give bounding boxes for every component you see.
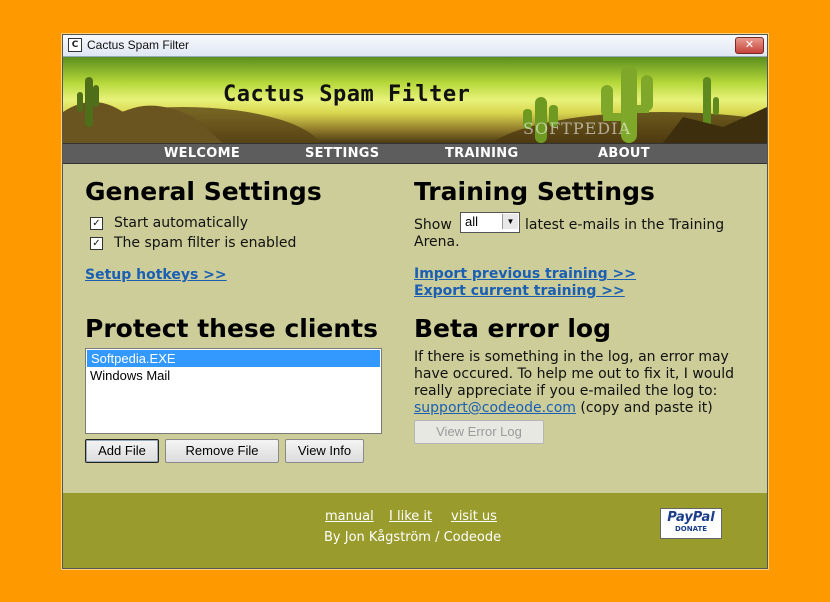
- credit-text: By Jon Kågström / Codeode: [324, 530, 502, 545]
- app-window: C Cactus Spam Filter ✕ Cactus Spam Filte…: [62, 34, 768, 569]
- support-email-link[interactable]: support@codeode.com: [414, 400, 576, 416]
- view-error-log-button[interactable]: View Error Log: [414, 420, 544, 444]
- filter-enabled-checkbox[interactable]: ✓ The spam filter is enabled: [90, 235, 370, 253]
- beta-line: really appreciate if you e-mailed the lo…: [414, 383, 718, 399]
- training-settings-heading: Training Settings: [414, 177, 655, 206]
- email-suffix: (copy and paste it): [580, 400, 713, 416]
- footer: manual I like it visit us By Jon Kågströ…: [63, 493, 767, 568]
- general-settings-heading: General Settings: [85, 177, 322, 206]
- paypal-donate-button[interactable]: PayPal DONATE: [660, 508, 722, 539]
- start-automatically-checkbox[interactable]: ✓ Start automatically: [90, 215, 370, 233]
- nav-training[interactable]: TRAINING: [445, 146, 518, 161]
- title-bar[interactable]: C Cactus Spam Filter ✕: [63, 35, 767, 57]
- checkbox-label: The spam filter is enabled: [114, 235, 297, 251]
- show-suffix-line2: Arena.: [414, 234, 460, 250]
- visit-us-link[interactable]: visit us: [451, 509, 497, 524]
- add-file-button[interactable]: Add File: [85, 439, 159, 463]
- checkbox-label: Start automatically: [114, 215, 249, 231]
- import-training-link[interactable]: Import previous training >>: [414, 266, 636, 282]
- show-count-select[interactable]: all ▼: [460, 212, 520, 233]
- paypal-logo: PayPal: [667, 510, 715, 525]
- nav-settings[interactable]: SETTINGS: [305, 146, 379, 161]
- dropdown-arrow-icon[interactable]: ▼: [502, 214, 518, 229]
- remove-file-button[interactable]: Remove File: [165, 439, 279, 463]
- beta-email-line: support@codeode.com (copy and paste it): [414, 400, 759, 417]
- checkbox-checked-icon[interactable]: ✓: [90, 217, 103, 230]
- protect-clients-heading: Protect these clients: [85, 314, 378, 343]
- nav-bar: WELCOME SETTINGS TRAINING ABOUT: [63, 143, 767, 164]
- beta-description: If there is something in the log, an err…: [414, 349, 759, 417]
- beta-line: have occured. To help me out to fix it, …: [414, 366, 735, 382]
- setup-hotkeys-link[interactable]: Setup hotkeys >>: [85, 267, 227, 283]
- beta-error-log-heading: Beta error log: [414, 314, 611, 343]
- beta-line: If there is something in the log, an err…: [414, 349, 729, 365]
- banner-title: Cactus Spam Filter: [223, 82, 471, 107]
- donate-label: DONATE: [674, 525, 708, 533]
- window-title: Cactus Spam Filter: [87, 38, 190, 52]
- nav-about[interactable]: ABOUT: [598, 146, 650, 161]
- export-training-link[interactable]: Export current training >>: [414, 283, 625, 299]
- list-item[interactable]: Windows Mail: [86, 367, 381, 384]
- select-value: all: [465, 214, 479, 229]
- show-label: Show: [414, 217, 452, 233]
- checkbox-checked-icon[interactable]: ✓: [90, 237, 103, 250]
- view-info-button[interactable]: View Info: [285, 439, 364, 463]
- list-item[interactable]: Softpedia.EXE: [87, 350, 380, 367]
- nav-welcome[interactable]: WELCOME: [164, 146, 240, 161]
- app-icon: C: [68, 38, 82, 52]
- watermark: SOFTPEDIA: [523, 119, 631, 138]
- header-banner: Cactus Spam Filter SOFTPEDIA: [63, 57, 767, 143]
- manual-link[interactable]: manual: [325, 509, 374, 524]
- i-like-it-link[interactable]: I like it: [389, 509, 432, 524]
- close-button[interactable]: ✕: [735, 37, 764, 54]
- clients-listbox[interactable]: Softpedia.EXE Windows Mail: [85, 348, 382, 434]
- show-suffix: latest e-mails in the Training: [525, 217, 725, 233]
